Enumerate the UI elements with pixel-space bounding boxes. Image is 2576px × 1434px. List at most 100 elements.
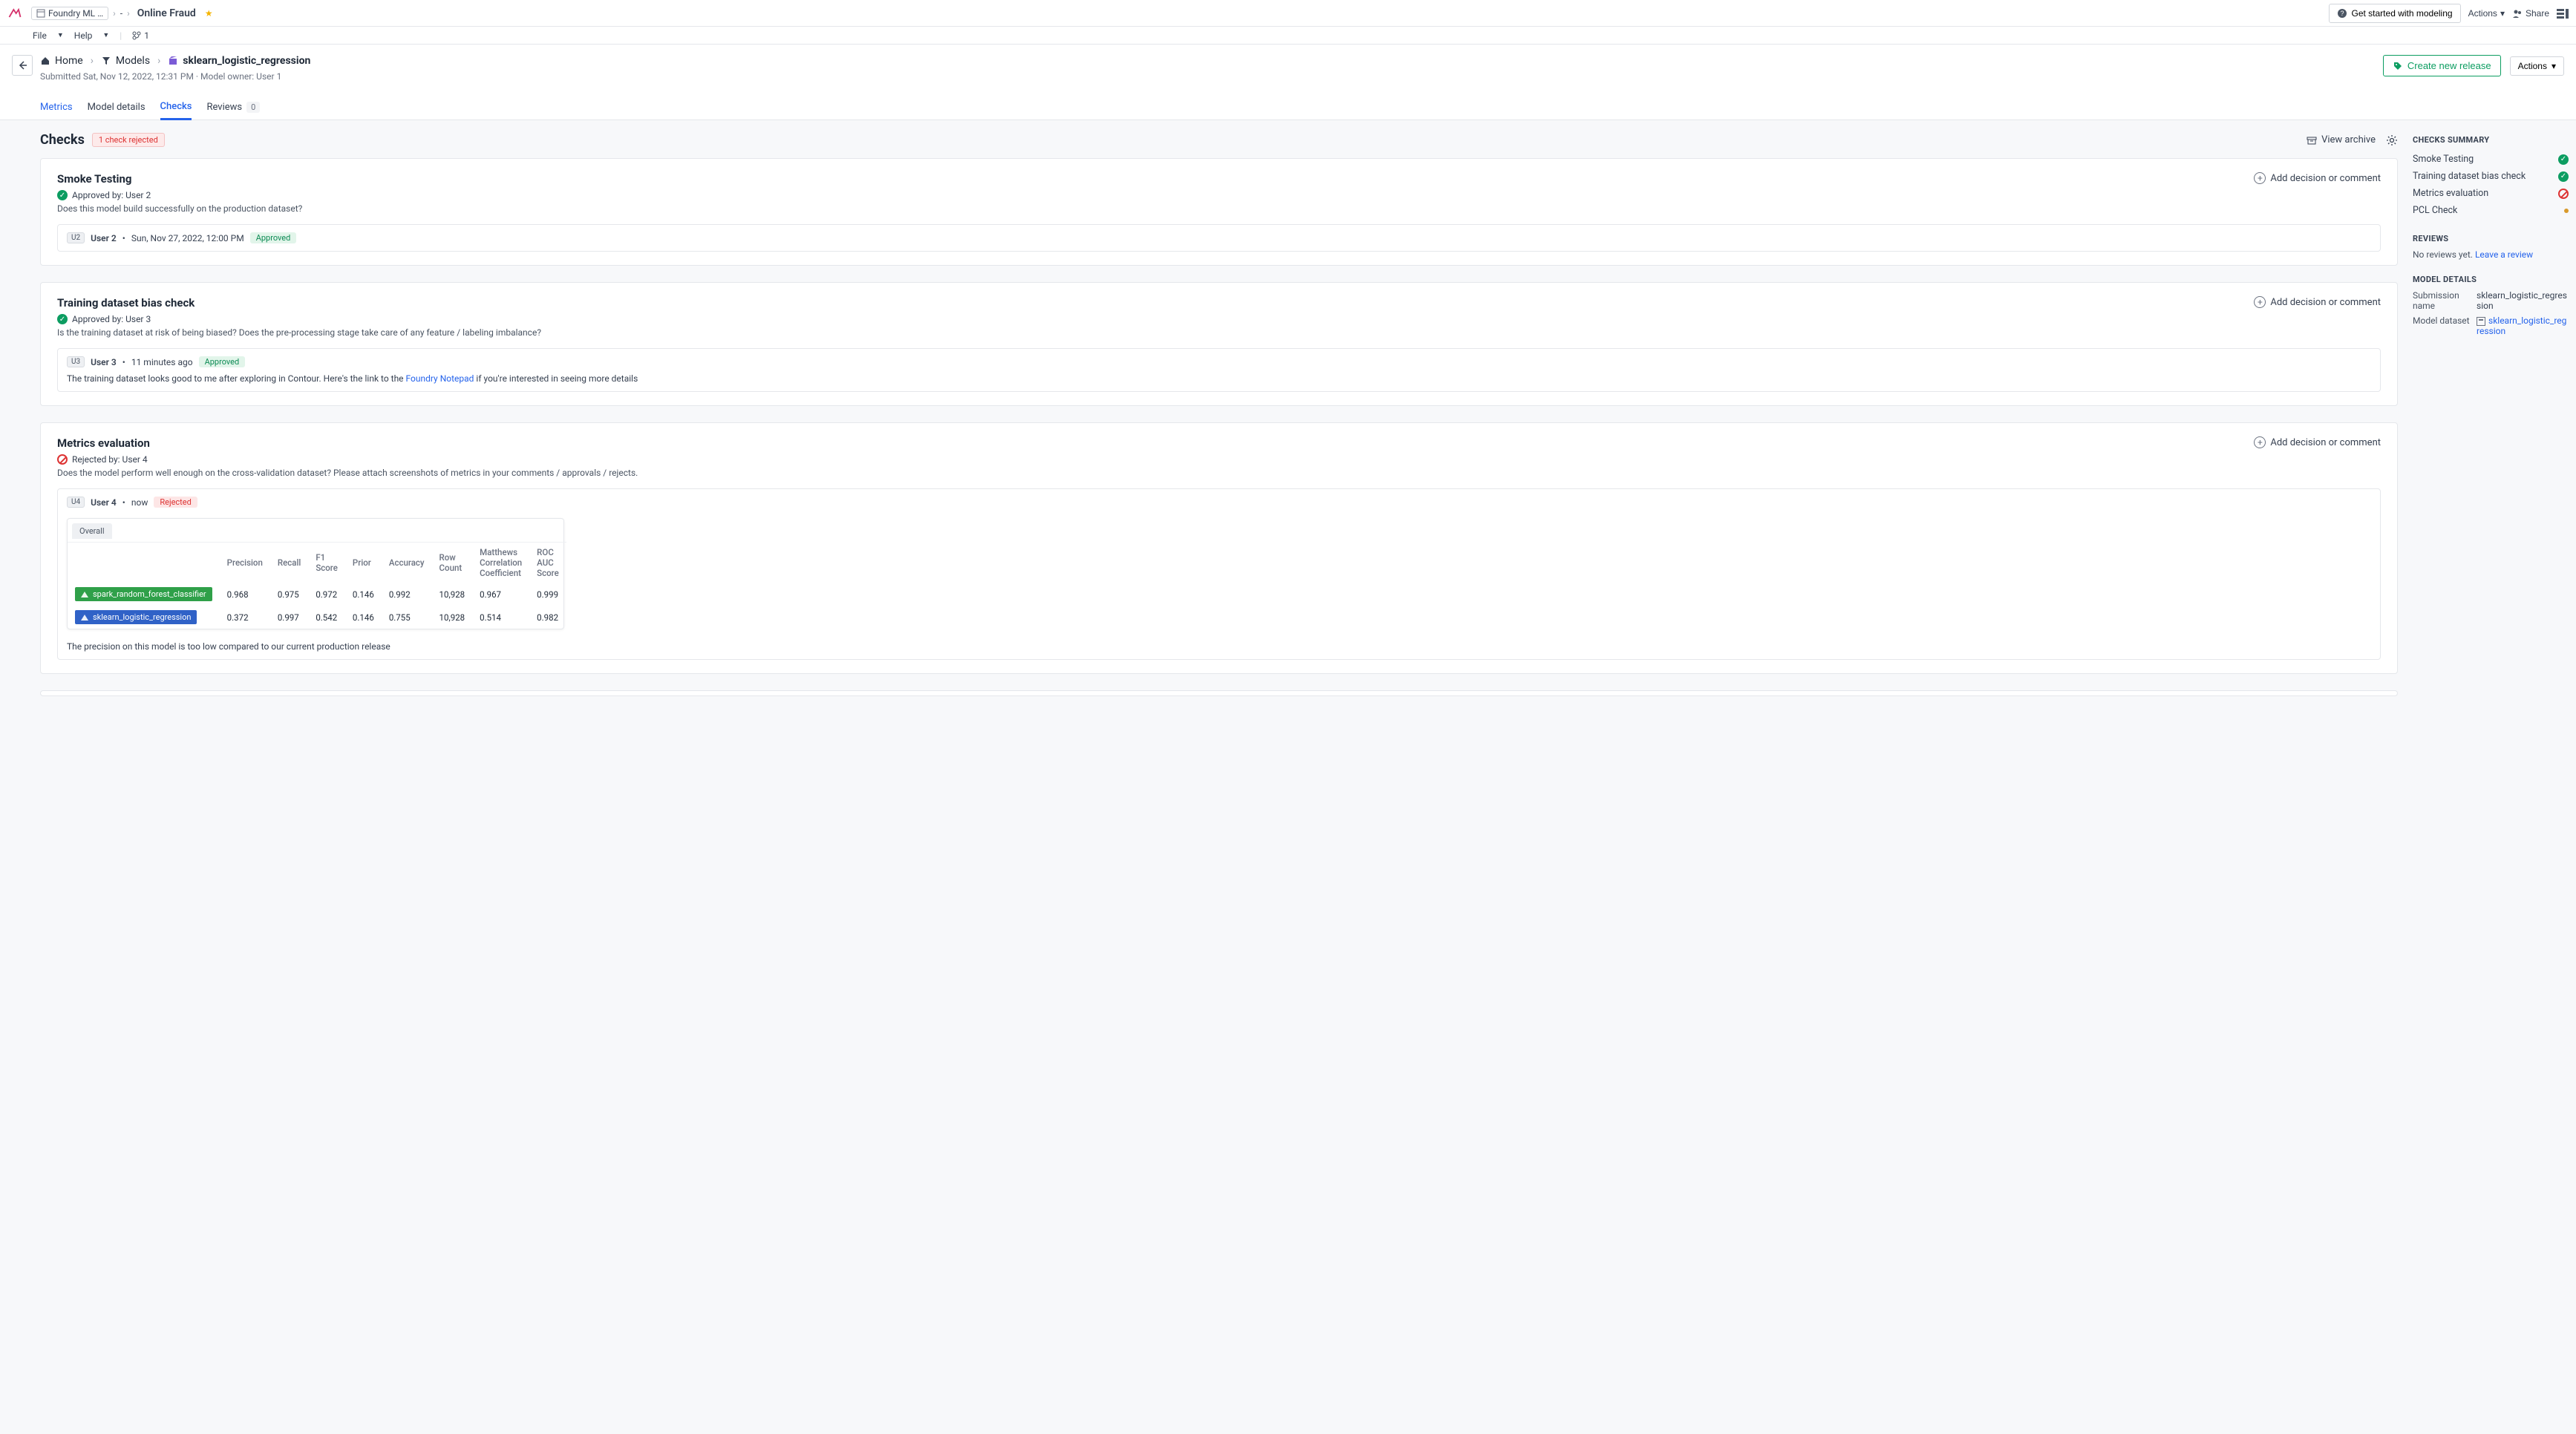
summary-item[interactable]: Smoke Testing ✓ [2413, 151, 2569, 168]
comment-time: 11 minutes ago [131, 357, 193, 367]
header-actions-menu[interactable]: Actions ▾ [2510, 56, 2564, 76]
model-chip: sklearn_logistic_regression [75, 610, 197, 624]
metrics-header: Row Count [432, 543, 473, 583]
check-card-placeholder [40, 690, 2398, 696]
branch-indicator[interactable]: 1 [132, 30, 149, 41]
dataset-icon [2477, 317, 2485, 326]
summary-heading: CHECKS SUMMARY [2413, 135, 2569, 145]
comment-text: The training dataset looks good to me af… [67, 373, 2371, 384]
archive-icon [2307, 135, 2317, 145]
comment-footer-text: The precision on this model is too low c… [67, 641, 2371, 652]
summary-label: Smoke Testing [2413, 154, 2474, 165]
metrics-cell: 0.992 [382, 583, 432, 606]
comment-card: U3 User 3 • 11 minutes ago Approved The … [57, 348, 2381, 392]
create-release-button[interactable]: Create new release [2383, 55, 2501, 76]
tab-checks[interactable]: Checks [160, 95, 192, 120]
summary-item[interactable]: Training dataset bias check✓ [2413, 168, 2569, 185]
leave-review-link[interactable]: Leave a review [2475, 249, 2533, 260]
comment-card: U4 User 4 • now Rejected Overall Precisi… [57, 488, 2381, 660]
reviews-count-badge: 0 [246, 102, 260, 113]
check-rejected-icon [57, 454, 68, 465]
check-status: Approved by: User 2 [72, 190, 151, 200]
crumb-home-label: Home [55, 55, 83, 67]
metrics-header: ROC AUC Score [529, 543, 566, 583]
menu-help[interactable]: Help [74, 30, 93, 41]
tab-reviews[interactable]: Reviews 0 [206, 95, 260, 120]
status-pill: Approved [250, 232, 297, 243]
share-button[interactable]: Share [2512, 8, 2549, 19]
model-icon [168, 56, 178, 66]
details-heading: MODEL DETAILS [2413, 275, 2569, 284]
panel-toggle-button[interactable] [2557, 8, 2569, 19]
caret-down-icon: ▼ [57, 31, 64, 39]
app-logo [7, 6, 22, 21]
status-ok-icon: ✓ [2558, 154, 2569, 165]
metrics-table: PrecisionRecallF1 ScorePriorAccuracyRow … [68, 542, 566, 629]
summary-item[interactable]: PCL Check [2413, 202, 2569, 219]
metrics-cell: 0.972 [308, 583, 345, 606]
reviews-empty: No reviews yet. Leave a review [2413, 249, 2569, 260]
metrics-header: Matthews Correlation Coefficient [472, 543, 529, 583]
model-chip: spark_random_forest_classifier [75, 587, 212, 601]
metrics-screenshot: Overall PrecisionRecallF1 ScorePriorAccu… [67, 518, 564, 629]
warning-icon [81, 592, 88, 598]
comment-time: Sun, Nov 27, 2022, 12:00 PM [131, 233, 244, 243]
main-content: Checks 1 check rejected View archive Smo… [0, 120, 2413, 1434]
chevron-icon: › [113, 8, 116, 19]
plus-circle-icon: + [2254, 436, 2266, 448]
people-icon [2512, 8, 2523, 19]
view-archive-label: View archive [2321, 134, 2376, 145]
check-description: Does the model perform well enough on th… [57, 468, 638, 478]
status-ok-icon: ✓ [2558, 171, 2569, 182]
metrics-cell: 0.975 [270, 583, 308, 606]
back-button[interactable] [12, 55, 33, 76]
status-pending-icon [2564, 209, 2569, 213]
metrics-cell: 0.514 [472, 606, 529, 629]
branch-count: 1 [144, 30, 149, 41]
notepad-link[interactable]: Foundry Notepad [406, 373, 474, 384]
status-pill: Rejected [154, 497, 197, 508]
add-decision-label: Add decision or comment [2270, 297, 2381, 308]
dataset-link[interactable]: sklearn_logistic_regression [2477, 315, 2566, 336]
add-decision-button[interactable]: + Add decision or comment [2254, 172, 2381, 184]
check-status: Rejected by: User 4 [72, 454, 148, 465]
crumb-current: sklearn_logistic_regression [168, 55, 310, 67]
check-title: Smoke Testing [57, 172, 302, 186]
get-started-button[interactable]: ? Get started with modeling [2329, 4, 2461, 23]
reviews-empty-text: No reviews yet. [2413, 249, 2475, 260]
actions-menu[interactable]: Actions ▾ [2468, 8, 2505, 19]
metrics-tab: Overall [72, 523, 112, 539]
summary-item[interactable]: Metrics evaluation [2413, 185, 2569, 202]
user-avatar: U4 [67, 497, 85, 508]
metrics-cell: 10,928 [432, 583, 473, 606]
crumb-home[interactable]: Home [40, 55, 83, 67]
metrics-row: sklearn_logistic_regression0.3720.9970.5… [68, 606, 566, 629]
page-title: Online Fraud [137, 7, 196, 19]
user-avatar: U2 [67, 232, 85, 243]
tab-model-details[interactable]: Model details [88, 95, 146, 120]
settings-button[interactable] [2386, 134, 2398, 146]
comment-time: now [131, 497, 148, 508]
crumb-separator: - [120, 8, 122, 19]
create-release-label: Create new release [2407, 60, 2491, 71]
add-decision-button[interactable]: + Add decision or comment [2254, 296, 2381, 308]
arrow-left-icon [17, 60, 27, 71]
crumb-models[interactable]: Models [101, 55, 150, 67]
tabs: Metrics Model details Checks Reviews 0 [0, 95, 2576, 120]
summary-label: Metrics evaluation [2413, 188, 2488, 199]
check-ok-icon: ✓ [57, 314, 68, 324]
project-chip[interactable]: Foundry ML … [31, 7, 108, 20]
menu-file[interactable]: File [33, 30, 47, 41]
checks-title: Checks [40, 132, 85, 148]
gear-icon [2386, 134, 2398, 146]
tab-metrics[interactable]: Metrics [40, 95, 73, 120]
metrics-cell: 0.542 [308, 606, 345, 629]
star-icon[interactable]: ★ [205, 8, 213, 19]
tab-reviews-label: Reviews [206, 102, 242, 113]
metrics-cell: 0.146 [345, 583, 382, 606]
metrics-cell: 0.755 [382, 606, 432, 629]
metrics-cell: 10,928 [432, 606, 473, 629]
project-breadcrumb: Foundry ML … › - › Online Fraud ★ [31, 7, 213, 20]
view-archive-link[interactable]: View archive [2307, 134, 2376, 145]
add-decision-button[interactable]: + Add decision or comment [2254, 436, 2381, 448]
